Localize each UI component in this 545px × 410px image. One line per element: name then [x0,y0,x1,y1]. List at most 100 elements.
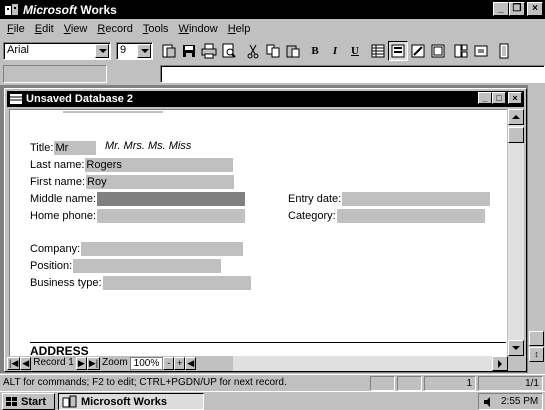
cell-reference-box [3,65,107,83]
task-launcher-button[interactable] [159,41,179,61]
title-label: Title: [30,141,54,154]
first-record-button[interactable]: |◀ [7,357,21,370]
menu-file[interactable]: File [2,23,30,35]
print-preview-icon [222,43,236,58]
font-size-combo[interactable]: 9 [116,42,153,60]
address-book-button[interactable] [494,41,514,61]
zoom-out-button[interactable]: - [163,357,175,370]
chevron-down-icon[interactable] [137,44,151,58]
app-title: Microsoft Works [23,2,117,17]
start-button[interactable]: Start [2,393,55,410]
status-hint: ALT for commands; F2 to edit; CTRL+PGDN/… [3,377,287,388]
formula-input[interactable] [160,65,545,83]
report-view-button[interactable] [428,41,448,61]
cut-button[interactable] [243,41,263,61]
clock[interactable]: 2:55 PM [501,396,538,407]
copy-button[interactable] [263,41,283,61]
database-title: Unsaved Database 2 [26,93,133,105]
zoom-in-button[interactable]: + [174,357,186,370]
business-type-field[interactable] [102,275,251,290]
menu-tools[interactable]: Tools [138,23,174,35]
last-name-field[interactable]: Rogers [85,157,234,172]
menu-help[interactable]: Help [223,23,256,35]
restore-button[interactable]: ❐ [509,2,525,16]
last-name-label: Last name: [30,158,85,171]
print-button[interactable] [199,41,219,61]
scroll-up-button[interactable] [508,109,524,125]
scroll-down-button[interactable] [508,340,524,356]
last-record-button[interactable]: ▶| [86,357,101,370]
vertical-scrollbar[interactable] [508,109,524,356]
zoom-value[interactable]: 100% [129,357,164,370]
bold-button[interactable]: B [305,41,325,61]
taskbar-works-button[interactable]: Microsoft Works [58,393,204,410]
report-view-icon [431,44,445,58]
menu-view[interactable]: View [59,23,93,35]
italic-label: I [332,45,338,57]
works-logo-icon [62,395,77,408]
previous-record-button[interactable]: ◀ [20,357,32,370]
scroll-left-button[interactable]: ◀ [185,357,197,370]
next-record-button[interactable]: ▶ [75,357,87,370]
first-name-label: First name: [30,175,86,188]
help-toggle-button[interactable] [529,331,544,346]
filter-button[interactable] [471,41,491,61]
home-phone-field[interactable] [97,208,246,223]
paste-button[interactable] [283,41,303,61]
company-field[interactable] [81,241,244,256]
list-view-button[interactable] [368,41,388,61]
menu-edit[interactable]: Edit [30,23,59,35]
menu-window[interactable]: Window [174,23,223,35]
font-name-value: Arial [7,44,30,56]
scroll-right-button[interactable] [492,356,508,371]
print-icon [201,43,217,59]
font-name-combo[interactable]: Arial [3,42,111,60]
speaker-icon[interactable] [483,396,495,408]
form-design-button[interactable] [408,41,428,61]
copy-icon [266,44,280,58]
minimize-button[interactable]: _ [493,2,509,16]
database-window: Unsaved Database 2 _ □ × Title: Mr Mr. M… [4,88,527,372]
resize-grip[interactable] [509,356,524,371]
system-tray: 2:55 PM [478,393,543,410]
middle-name-field[interactable] [97,191,246,206]
print-preview-button[interactable] [219,41,239,61]
menu-bar: File Edit View Record Tools Window Help [0,19,545,38]
status-pane-2 [397,376,422,391]
entry-date-field[interactable] [342,191,491,206]
position-label: Position: [30,259,73,272]
shortcut-button[interactable]: ↕ [529,347,544,362]
company-label: Company: [30,242,81,255]
underline-button[interactable]: U [345,41,365,61]
business-type-label: Business type: [30,276,102,289]
menu-record[interactable]: Record [92,23,137,35]
arrow-down-icon [512,346,520,350]
save-button[interactable] [179,41,199,61]
form-view: Title: Mr Mr. Mrs. Ms. Miss Last name: R… [9,109,507,356]
arrow-up-icon [512,115,520,119]
form-top-divider [63,111,163,113]
toolbar: Arial 9 B I U [0,39,545,63]
doc-minimize-button[interactable]: _ [478,92,492,104]
scroll-thumb[interactable] [508,127,524,143]
database-titlebar[interactable]: Unsaved Database 2 _ □ × [7,91,524,107]
app-titlebar[interactable]: Microsoft Works _ ❐ × [0,0,545,19]
workspace-right-strip: ↕ [528,85,545,373]
position-field[interactable] [73,258,222,273]
doc-maximize-button[interactable]: □ [492,92,506,104]
address-divider [30,342,506,343]
form-design-icon [411,44,425,58]
category-field[interactable] [336,208,485,223]
windows-logo-icon [6,396,17,406]
chevron-down-icon[interactable] [95,44,109,58]
horizontal-scrollbar[interactable] [233,356,508,371]
insert-record-icon [454,44,468,58]
title-field[interactable]: Mr [54,140,97,155]
first-name-field[interactable]: Roy [86,174,235,189]
insert-record-button[interactable] [451,41,471,61]
close-button[interactable]: × [527,2,543,16]
form-view-button[interactable] [388,41,408,61]
doc-close-button[interactable]: × [508,92,522,104]
list-view-icon [371,44,385,58]
italic-button[interactable]: I [325,41,345,61]
